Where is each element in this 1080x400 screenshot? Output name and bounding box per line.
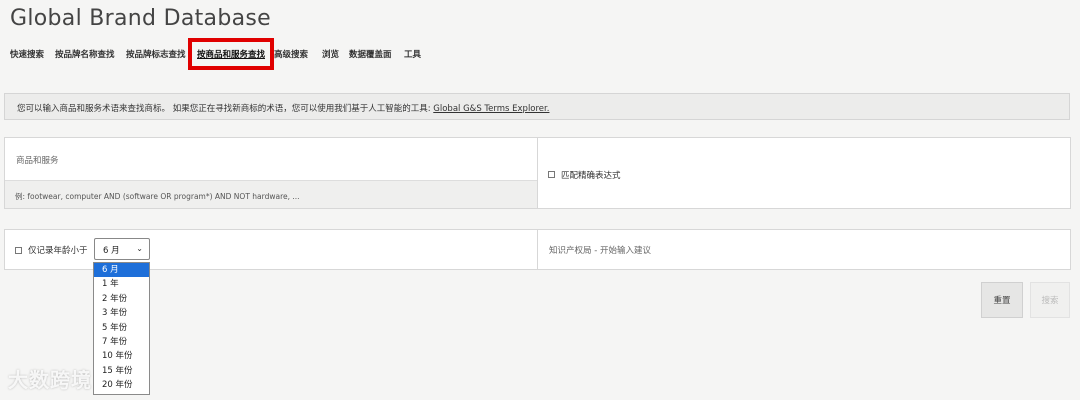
age-option[interactable]: 2 年份 (94, 292, 149, 306)
age-option[interactable]: 15 年份 (94, 364, 149, 378)
age-select-value: 6 月 (103, 246, 120, 256)
info-bar: 您可以输入商品和服务术语来查找商标。 如果您正在寻找新商标的术语，您可以使用我们… (4, 93, 1070, 120)
info-text: 您可以输入商品和服务术语来查找商标。 如果您正在寻找新商标的术语，您可以使用我们… (17, 102, 549, 114)
reset-button[interactable]: 重置 (981, 282, 1023, 318)
age-option[interactable]: 5 年份 (94, 321, 149, 335)
age-option[interactable]: 10 年份 (94, 349, 149, 363)
exact-match-checkbox[interactable] (548, 171, 555, 178)
age-filter-checkbox[interactable] (15, 247, 22, 254)
nav-quick-search[interactable]: 快速搜索 (10, 48, 44, 60)
age-filter-label: 仅记录年龄小于 (28, 246, 88, 256)
office-panel: 知识产权局 - 开始输入建议 (537, 229, 1071, 270)
info-message: 您可以输入商品和服务术语来查找商标。 如果您正在寻找新商标的术语，您可以使用我们… (17, 104, 434, 114)
app-title: Global Brand Database (10, 6, 271, 31)
search-button[interactable]: 搜索 (1030, 282, 1070, 318)
watermark: 大数跨境 (8, 368, 92, 392)
exact-match-label: 匹配精确表达式 (561, 171, 621, 181)
age-select[interactable]: 6 月 ⌄ (94, 238, 150, 260)
age-option[interactable]: 6 月 (94, 263, 149, 278)
goods-services-placeholder: 例: footwear, computer AND (software OR p… (15, 192, 300, 201)
age-filter-panel: 仅记录年龄小于 (4, 229, 538, 270)
goods-services-input[interactable]: 例: footwear, computer AND (software OR p… (5, 180, 537, 208)
nav-tools[interactable]: 工具 (404, 48, 421, 60)
goods-services-label: 商品和服务 (16, 156, 59, 166)
chevron-down-icon: ⌄ (136, 244, 143, 253)
age-option[interactable]: 20 年份 (94, 378, 149, 392)
goods-services-field: 商品和服务 例: footwear, computer AND (softwar… (4, 137, 538, 209)
age-option[interactable]: 1 年 (94, 277, 149, 291)
nav-browse[interactable]: 浏览 (322, 48, 339, 60)
office-input[interactable]: 知识产权局 - 开始输入建议 (549, 244, 651, 256)
age-option[interactable]: 3 年份 (94, 306, 149, 320)
age-dropdown-list: 6 月 1 年 2 年份 3 年份 5 年份 7 年份 10 年份 15 年份 … (93, 262, 150, 395)
age-option[interactable]: 7 年份 (94, 335, 149, 349)
nav-data-coverage[interactable]: 数据覆盖面 (349, 48, 392, 60)
terms-explorer-link[interactable]: Global G&S Terms Explorer. (433, 104, 549, 114)
active-tab-highlight (188, 38, 274, 70)
nav-brand-logo[interactable]: 按品牌标志查找 (126, 48, 186, 60)
nav-advanced-search[interactable]: 高级搜索 (274, 48, 308, 60)
nav-brand-name[interactable]: 按品牌名称查找 (55, 48, 115, 60)
exact-match-panel: 匹配精确表达式 (537, 137, 1071, 209)
